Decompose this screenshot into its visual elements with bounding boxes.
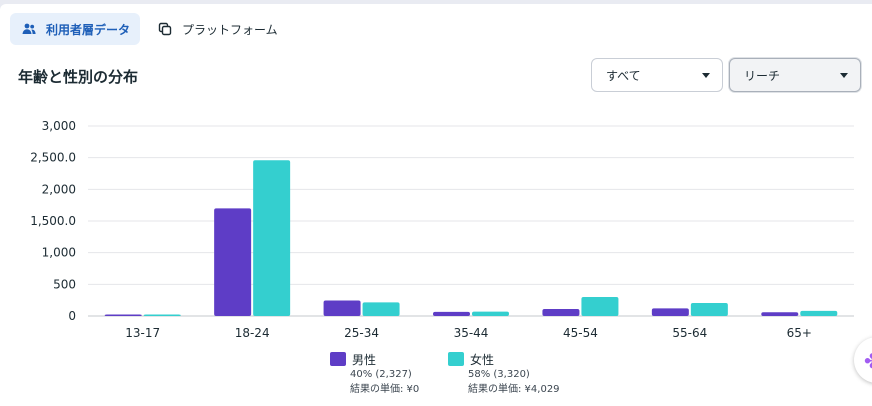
sparkle-icon: ✤: [864, 349, 872, 373]
legend-cost-male: 結果の単価: ¥0: [350, 384, 420, 395]
x-tick-label: 18-24: [235, 326, 270, 340]
y-tick-label: 1,000: [42, 246, 76, 260]
legend-label-female: 女性: [470, 352, 495, 367]
age-gender-bar-chart: 0 500 1,000 1,500.0 2,000 2,500.0 3,000 13-17 18…: [30, 119, 854, 340]
bar-female: [362, 302, 400, 316]
insights-panel: 利用者層データ プラットフォーム 年齢と性別の分布 すべて リーチ 0 500 1,…: [0, 4, 872, 406]
x-tick-label: 35-44: [454, 326, 489, 340]
y-tick-label: 2,000: [42, 182, 76, 196]
bar-male: [542, 309, 580, 316]
legend-label-male: 男性: [352, 352, 377, 367]
bar-female: [143, 314, 181, 316]
legend-swatch-female: [448, 352, 464, 366]
bar-male: [104, 314, 142, 316]
y-tick-label: 2,500.0: [30, 151, 76, 165]
bar-male: [761, 312, 799, 316]
bar-male: [323, 300, 361, 316]
legend-swatch-male: [330, 352, 346, 366]
bar-female: [581, 297, 619, 316]
bar-male: [214, 208, 252, 316]
x-tick-label: 55-64: [672, 326, 707, 340]
legend-item-female: 女性 58% (3,320) 結果の単価: ¥4,029: [448, 351, 560, 397]
x-tick-label: 25-34: [344, 326, 379, 340]
bar-female: [800, 310, 838, 316]
y-tick-label: 500: [53, 277, 76, 291]
x-tick-label: 45-54: [563, 326, 598, 340]
y-tick-label: 1,500.0: [30, 214, 76, 228]
x-tick-label: 13-17: [125, 326, 160, 340]
legend-cost-female: 結果の単価: ¥4,029: [468, 384, 560, 395]
bar-female: [472, 311, 509, 316]
legend-item-male: 男性 40% (2,327) 結果の単価: ¥0: [330, 351, 419, 397]
bar-female: [253, 160, 291, 316]
y-tick-label: 0: [68, 309, 76, 323]
bar-male: [651, 308, 689, 316]
x-tick-label: 65+: [787, 326, 812, 340]
bar-male: [433, 311, 470, 316]
legend-detail-male: 40% (2,327): [350, 369, 412, 380]
legend-detail-female: 58% (3,320): [468, 369, 530, 380]
bar-female: [690, 303, 728, 316]
y-tick-label: 3,000: [42, 119, 76, 133]
